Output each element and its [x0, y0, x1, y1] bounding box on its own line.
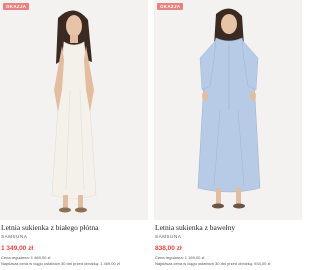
- product-brand: SAMSUNA: [155, 234, 182, 239]
- product-image[interactable]: OKAZJA: [0, 0, 148, 220]
- model-photo-white-dress: [51, 10, 97, 213]
- product-brand: SAMSUNA: [1, 234, 28, 239]
- product-name[interactable]: Letnia sukienka z białego płótna: [1, 223, 147, 232]
- lowest-price-note: Najniższa cena w ciągu ostatnich 30 dni …: [1, 261, 120, 266]
- product-name[interactable]: Letnia sukienka z bawełny: [155, 223, 301, 232]
- regular-price: Cena regularna: 1 169,00 zł: [155, 255, 205, 260]
- product-card[interactable]: OKAZJA Letnia sukienka z białego płótna …: [0, 0, 148, 266]
- model-photo-blue-dress: [197, 8, 261, 209]
- product-image[interactable]: OKAZJA: [154, 0, 302, 220]
- product-price: 1 349,00 zł: [1, 245, 34, 252]
- regular-price: Cena regularna: 1 469,00 zł: [1, 255, 51, 260]
- product-card[interactable]: OKAZJA Letnia sukienka z bawełny SAMSUNA…: [154, 0, 302, 266]
- sale-badge: OKAZJA: [3, 3, 30, 10]
- product-price: 838,00 zł: [155, 245, 182, 252]
- lowest-price-note: Najniższa cena w ciągu ostatnich 30 dni …: [155, 261, 271, 266]
- sale-badge: OKAZJA: [157, 3, 184, 10]
